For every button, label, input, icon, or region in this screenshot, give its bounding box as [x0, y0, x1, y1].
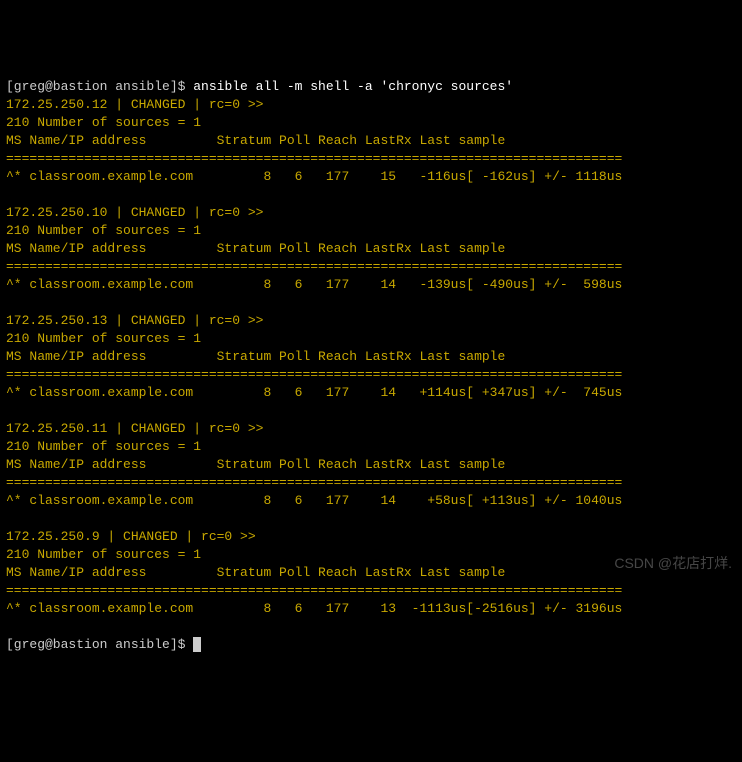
column-header: MS Name/IP address Stratum Poll Reach La…	[6, 348, 736, 366]
command-text: ansible all -m shell -a 'chronyc sources…	[193, 79, 513, 94]
host-status: 172.25.250.9 | CHANGED | rc=0 >>	[6, 528, 736, 546]
host-status: 172.25.250.13 | CHANGED | rc=0 >>	[6, 312, 736, 330]
column-header: MS Name/IP address Stratum Poll Reach La…	[6, 132, 736, 150]
source-row: ^* classroom.example.com 8 6 177 14 +114…	[6, 384, 736, 402]
column-header: MS Name/IP address Stratum Poll Reach La…	[6, 240, 736, 258]
blank-line	[6, 402, 736, 420]
column-header: MS Name/IP address Stratum Poll Reach La…	[6, 456, 736, 474]
blank-line	[6, 618, 736, 636]
sources-count: 210 Number of sources = 1	[6, 438, 736, 456]
divider: ========================================…	[6, 582, 736, 600]
sources-count: 210 Number of sources = 1	[6, 330, 736, 348]
host-status: 172.25.250.12 | CHANGED | rc=0 >>	[6, 96, 736, 114]
source-row: ^* classroom.example.com 8 6 177 15 -116…	[6, 168, 736, 186]
blank-line	[6, 294, 736, 312]
source-row: ^* classroom.example.com 8 6 177 13 -111…	[6, 600, 736, 618]
blank-line	[6, 186, 736, 204]
source-row: ^* classroom.example.com 8 6 177 14 -139…	[6, 276, 736, 294]
prompt: [greg@bastion ansible]$	[6, 79, 193, 94]
divider: ========================================…	[6, 474, 736, 492]
divider: ========================================…	[6, 258, 736, 276]
divider: ========================================…	[6, 150, 736, 168]
prompt: [greg@bastion ansible]$	[6, 637, 193, 652]
sources-count: 210 Number of sources = 1	[6, 222, 736, 240]
source-row: ^* classroom.example.com 8 6 177 14 +58u…	[6, 492, 736, 510]
blank-line	[6, 510, 736, 528]
cursor[interactable]	[193, 637, 201, 652]
watermark: CSDN @花店打烊.	[614, 554, 732, 572]
host-status: 172.25.250.11 | CHANGED | rc=0 >>	[6, 420, 736, 438]
divider: ========================================…	[6, 366, 736, 384]
host-status: 172.25.250.10 | CHANGED | rc=0 >>	[6, 204, 736, 222]
sources-count: 210 Number of sources = 1	[6, 114, 736, 132]
